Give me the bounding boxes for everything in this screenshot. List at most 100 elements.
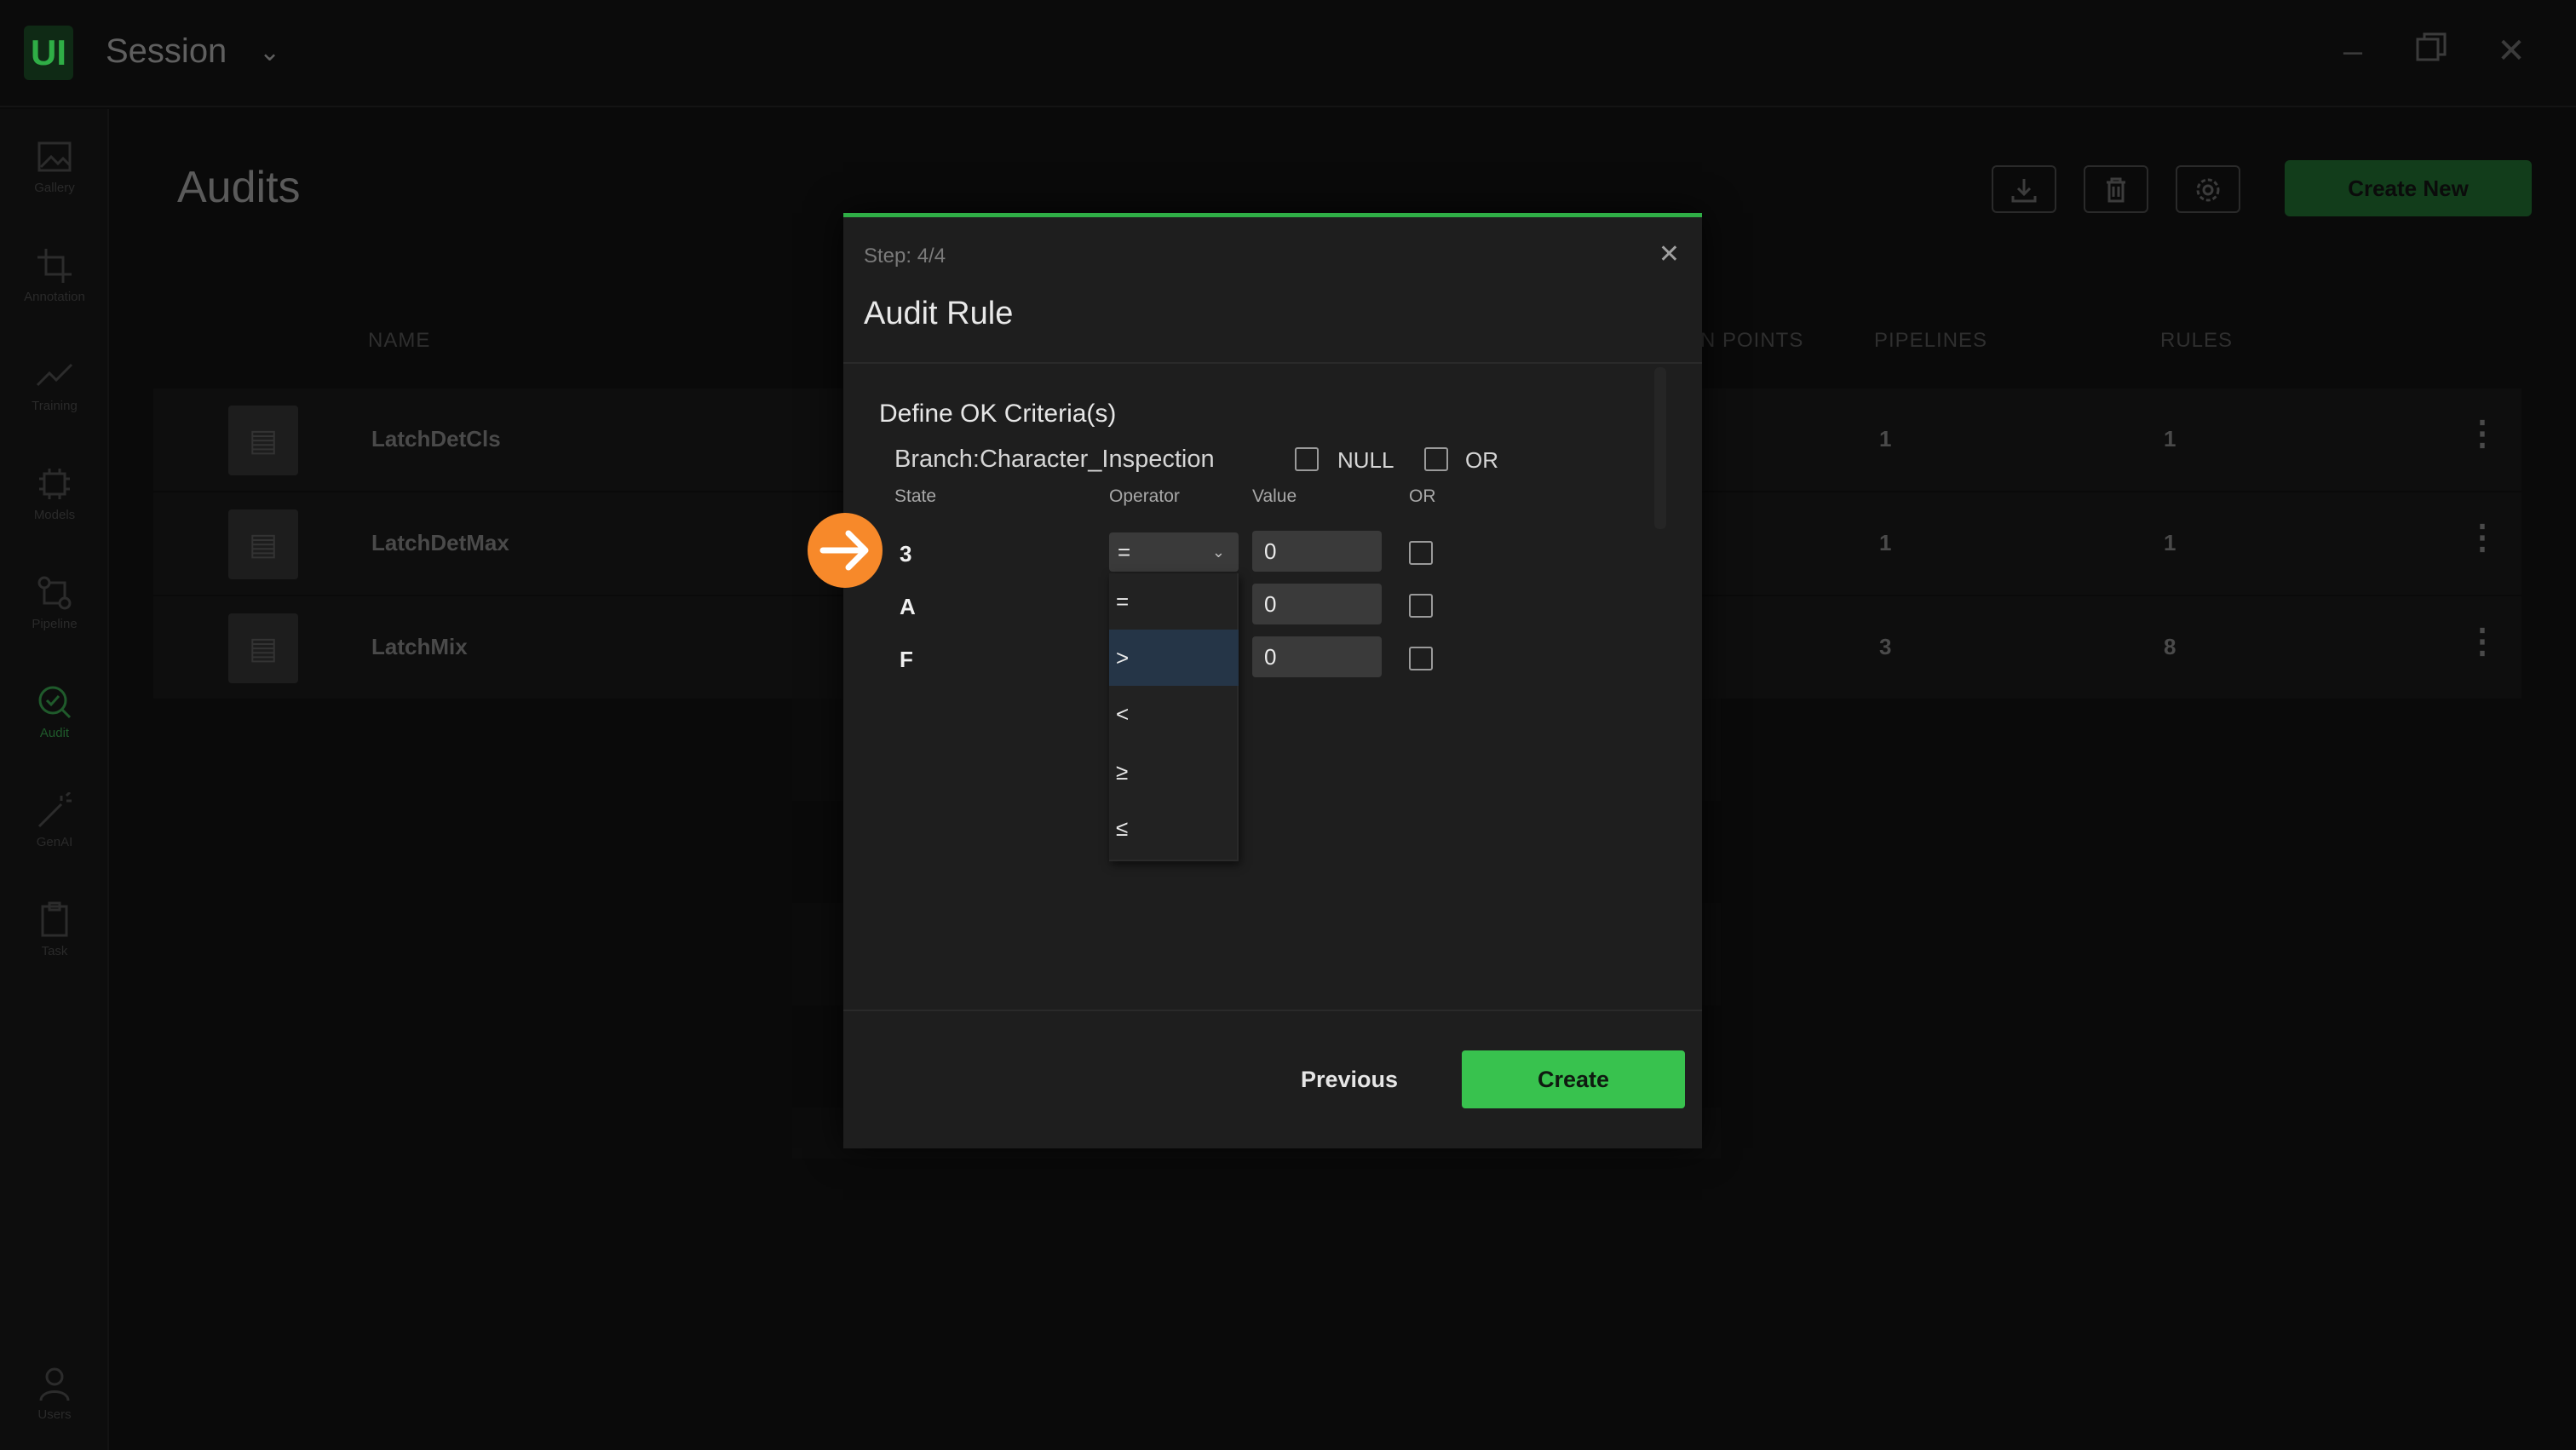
or-row-checkbox[interactable] bbox=[1409, 647, 1433, 670]
operator-option[interactable]: ≤ bbox=[1109, 800, 1239, 856]
more-vertical-icon[interactable]: ⋮ bbox=[2465, 622, 2499, 661]
header-state: State bbox=[894, 486, 937, 506]
row-pipelines: 1 bbox=[1879, 530, 1892, 555]
null-label: NULL bbox=[1337, 447, 1394, 473]
operator-option[interactable]: < bbox=[1109, 686, 1239, 742]
session-title[interactable]: Session bbox=[106, 32, 227, 71]
close-icon[interactable]: ✕ bbox=[1659, 239, 1680, 269]
audit-icon bbox=[38, 686, 72, 719]
or-row-checkbox[interactable] bbox=[1409, 541, 1433, 565]
or-row-checkbox[interactable] bbox=[1409, 594, 1433, 618]
gear-icon bbox=[2196, 178, 2220, 202]
sidebar-item-task[interactable]: Task bbox=[0, 893, 109, 987]
audit-file-icon: ▤ bbox=[228, 406, 298, 475]
operator-option[interactable]: = bbox=[1109, 573, 1239, 630]
more-vertical-icon[interactable]: ⋮ bbox=[2465, 414, 2499, 453]
trend-icon bbox=[36, 363, 73, 387]
row-rules: 1 bbox=[2164, 426, 2176, 452]
chevron-down-icon: ⌄ bbox=[1211, 544, 1225, 561]
rule-state: 3 bbox=[900, 541, 912, 567]
title-bar: UI Session ⌄ – ✕ bbox=[0, 0, 2576, 107]
sidebar-item-label: Annotation bbox=[24, 290, 85, 304]
settings-button[interactable] bbox=[2176, 165, 2240, 213]
rule-state: A bbox=[900, 594, 916, 619]
more-vertical-icon[interactable]: ⋮ bbox=[2465, 518, 2499, 557]
sidebar-item-label: Audit bbox=[39, 726, 70, 740]
sidebar-item-label: Training bbox=[32, 399, 78, 413]
value-input[interactable]: 0 bbox=[1252, 584, 1382, 624]
download-button[interactable] bbox=[1992, 165, 2056, 213]
audit-rule-modal: Step: 4/4 ✕ Audit Rule Define OK Criteri… bbox=[843, 213, 1702, 1148]
restore-icon[interactable] bbox=[2411, 31, 2452, 72]
sidebar-item-pipeline[interactable]: Pipeline bbox=[0, 566, 109, 659]
sidebar-item-genai[interactable]: GenAI bbox=[0, 784, 109, 877]
header-value: Value bbox=[1252, 486, 1297, 506]
modal-title: Audit Rule bbox=[864, 296, 1014, 331]
step-indicator: Step: 4/4 bbox=[864, 245, 946, 268]
sidebar-item-annotation[interactable]: Annotation bbox=[0, 239, 109, 332]
or-label: OR bbox=[1465, 447, 1498, 473]
row-rules: 8 bbox=[2164, 634, 2176, 659]
operator-select[interactable]: = ⌄ bbox=[1109, 532, 1239, 572]
clipboard-icon bbox=[41, 901, 68, 937]
column-header-name[interactable]: NAME bbox=[368, 329, 430, 353]
user-icon bbox=[39, 1367, 70, 1401]
create-new-button[interactable]: Create New bbox=[2285, 160, 2532, 216]
rule-state: F bbox=[900, 647, 913, 672]
sidebar-item-label: Pipeline bbox=[32, 617, 78, 631]
sidebar-item-audit[interactable]: Audit bbox=[0, 675, 109, 768]
previous-button[interactable]: Previous bbox=[1230, 1050, 1469, 1108]
row-rules: 1 bbox=[2164, 530, 2176, 555]
criteria-title: Define OK Criteria(s) bbox=[879, 400, 1117, 428]
divider bbox=[843, 1010, 1702, 1011]
sidebar-item-label: Models bbox=[33, 508, 76, 522]
column-header-pipelines[interactable]: PIPELINES bbox=[1874, 329, 1987, 353]
crop-icon bbox=[37, 249, 72, 283]
sidebar-item-label: Task bbox=[41, 944, 68, 958]
row-name: LatchDetMax bbox=[371, 530, 509, 555]
close-icon[interactable]: ✕ bbox=[2491, 31, 2532, 72]
sidebar-item-models[interactable]: Models bbox=[0, 457, 109, 550]
scrollbar[interactable] bbox=[1654, 367, 1666, 529]
sidebar-item-label: Gallery bbox=[34, 181, 75, 195]
or-checkbox[interactable] bbox=[1424, 447, 1448, 471]
sidebar: Gallery Annotation Training Models Pipel… bbox=[0, 109, 109, 1450]
image-icon bbox=[37, 141, 72, 172]
null-checkbox[interactable] bbox=[1295, 447, 1319, 471]
row-pipelines: 3 bbox=[1879, 634, 1892, 659]
sidebar-item-training[interactable]: Training bbox=[0, 348, 109, 441]
audit-file-icon: ▤ bbox=[228, 509, 298, 579]
value-input[interactable]: 0 bbox=[1252, 531, 1382, 572]
row-name: LatchMix bbox=[371, 634, 468, 659]
trash-icon bbox=[2107, 177, 2125, 203]
create-button[interactable]: Create bbox=[1462, 1050, 1685, 1108]
header-or: OR bbox=[1409, 486, 1436, 506]
sidebar-item-gallery[interactable]: Gallery bbox=[0, 129, 109, 223]
pipeline-icon bbox=[37, 576, 72, 610]
operator-option[interactable]: ≥ bbox=[1109, 744, 1239, 800]
sidebar-item-label: GenAI bbox=[36, 835, 73, 849]
row-pipelines: 1 bbox=[1879, 426, 1892, 452]
chevron-down-icon[interactable]: ⌄ bbox=[259, 37, 280, 67]
operator-dropdown-menu: = > < ≥ ≤ bbox=[1109, 573, 1239, 861]
column-header-points[interactable]: N POINTS bbox=[1700, 329, 1803, 353]
divider bbox=[843, 362, 1702, 364]
page-title: Audits bbox=[177, 163, 301, 212]
audit-file-icon: ▤ bbox=[228, 613, 298, 683]
sidebar-item-label: Users bbox=[37, 1407, 72, 1422]
header-operator: Operator bbox=[1109, 486, 1180, 506]
column-header-rules[interactable]: RULES bbox=[2160, 329, 2233, 353]
sidebar-item-users[interactable]: Users bbox=[0, 1356, 109, 1450]
operator-option-selected[interactable]: > bbox=[1109, 630, 1239, 686]
wand-icon bbox=[37, 792, 72, 828]
value-input[interactable]: 0 bbox=[1252, 636, 1382, 677]
minimize-icon[interactable]: – bbox=[2332, 31, 2373, 72]
app-logo: UI bbox=[24, 26, 73, 80]
delete-button[interactable] bbox=[2084, 165, 2148, 213]
branch-label: Branch:Character_Inspection bbox=[894, 446, 1215, 473]
row-name: LatchDetCls bbox=[371, 426, 501, 452]
operator-value: = bbox=[1118, 539, 1131, 565]
arrow-right-icon bbox=[808, 513, 883, 588]
download-icon bbox=[2011, 179, 2037, 203]
chip-icon bbox=[39, 469, 70, 499]
